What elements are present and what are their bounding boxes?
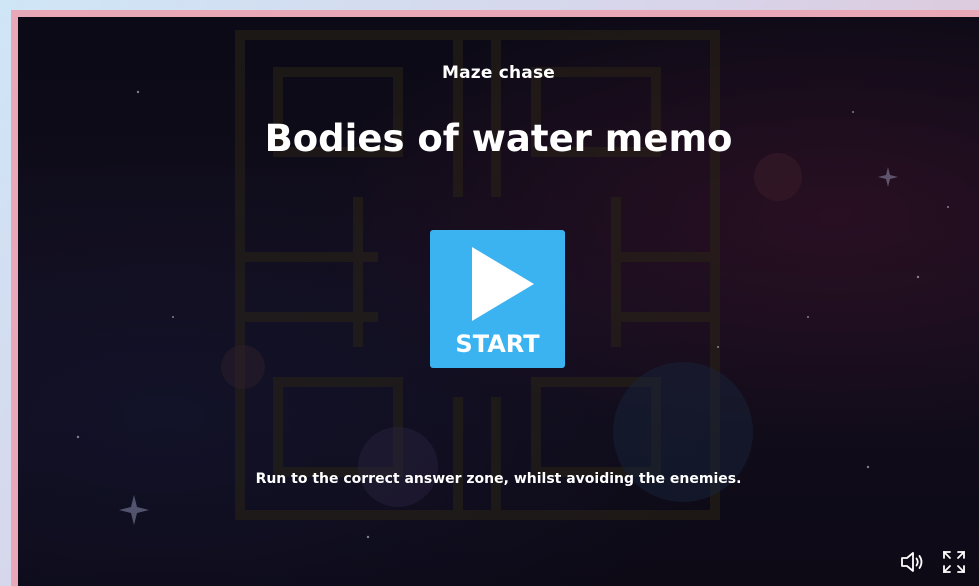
- game-stage: Maze chase Bodies of water memo START Ru…: [18, 17, 979, 586]
- instructions-text: Run to the correct answer zone, whilst a…: [255, 471, 742, 487]
- fullscreen-button[interactable]: [940, 548, 968, 576]
- speaker-icon: [901, 552, 923, 572]
- start-button[interactable]: START: [430, 230, 565, 368]
- game-mode-label: Maze chase: [441, 63, 556, 83]
- activity-title: Bodies of water memo: [264, 117, 733, 160]
- start-button-label: START: [455, 330, 540, 358]
- fullscreen-icon: [943, 551, 965, 573]
- play-icon: [472, 247, 534, 321]
- sound-button[interactable]: [898, 548, 926, 576]
